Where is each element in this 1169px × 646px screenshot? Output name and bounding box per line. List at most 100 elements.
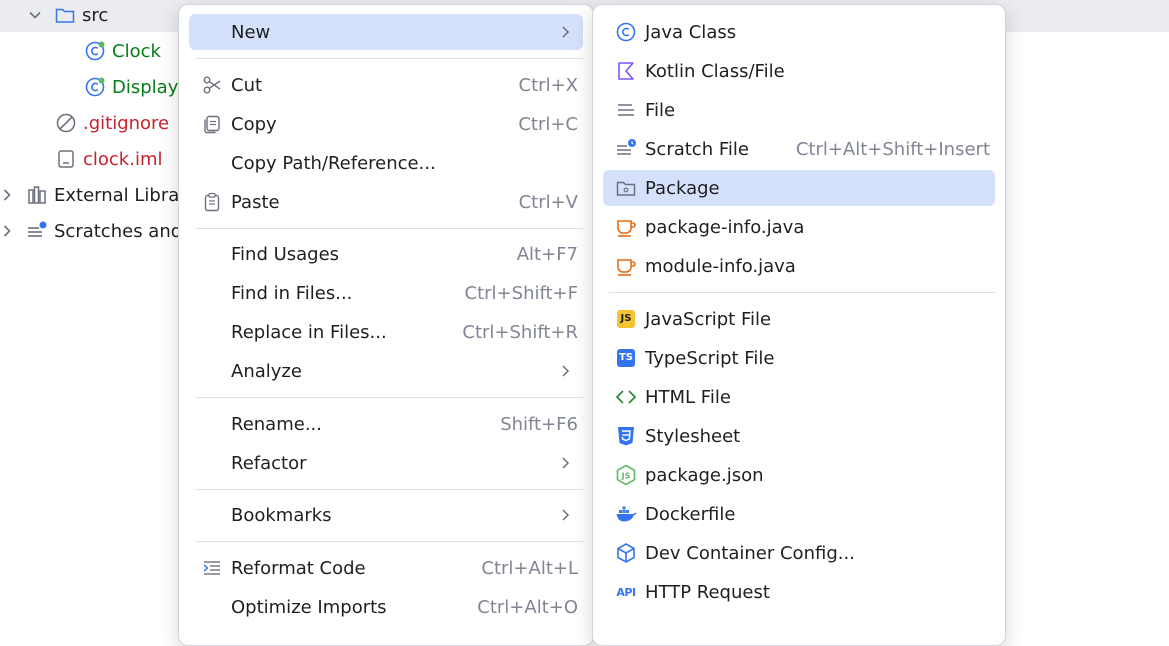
submenu-item-javascript[interactable]: JS JavaScript File bbox=[603, 301, 995, 337]
menu-item-analyze[interactable]: Analyze bbox=[189, 353, 583, 389]
submenu-item-java-class[interactable]: Java Class bbox=[603, 14, 995, 50]
shortcut-label: Shift+F6 bbox=[500, 413, 578, 435]
menu-item-copy[interactable]: Copy Ctrl+C bbox=[189, 106, 583, 142]
shortcut-label: Ctrl+X bbox=[518, 74, 578, 96]
menu-item-label: Java Class bbox=[645, 21, 737, 43]
submenu-item-module-info[interactable]: module-info.java bbox=[603, 248, 995, 284]
chevron-right-icon[interactable] bbox=[0, 188, 14, 202]
menu-item-label: Dev Container Config... bbox=[645, 542, 855, 564]
css-icon bbox=[615, 425, 637, 447]
submenu-item-http-request[interactable]: API HTTP Request bbox=[603, 574, 995, 610]
java-cup-icon bbox=[615, 216, 637, 238]
menu-item-copy-path[interactable]: Copy Path/Reference... bbox=[189, 145, 583, 181]
tree-node-scratches[interactable]: Scratches and bbox=[0, 213, 182, 249]
paste-icon bbox=[201, 191, 223, 213]
submenu-item-scratch-file[interactable]: Scratch File Ctrl+Alt+Shift+Insert bbox=[603, 131, 995, 167]
menu-item-refactor[interactable]: Refactor bbox=[189, 445, 583, 481]
menu-item-label: Paste bbox=[231, 191, 280, 213]
menu-item-label: Replace in Files... bbox=[231, 321, 387, 343]
tree-node-gitignore[interactable]: .gitignore bbox=[55, 105, 169, 141]
java-class-icon bbox=[84, 40, 106, 62]
copy-icon bbox=[201, 113, 223, 135]
reformat-icon bbox=[201, 557, 223, 579]
menu-item-label: HTML File bbox=[645, 386, 731, 408]
menu-item-label: JavaScript File bbox=[645, 308, 772, 330]
shortcut-label: Ctrl+Shift+F bbox=[464, 282, 578, 304]
chevron-right-icon bbox=[562, 26, 570, 38]
context-menu: New Cut Ctrl+X Copy Ctrl+C Copy Path/Ref… bbox=[178, 4, 594, 646]
menu-item-label: Cut bbox=[231, 74, 263, 96]
menu-item-label: Stylesheet bbox=[645, 425, 741, 447]
menu-item-replace-in-files[interactable]: Replace in Files... Ctrl+Shift+R bbox=[189, 314, 583, 350]
menu-item-optimize-imports[interactable]: Optimize Imports Ctrl+Alt+O bbox=[189, 589, 583, 625]
menu-separator bbox=[609, 292, 995, 293]
shortcut-label: Ctrl+C bbox=[518, 113, 578, 135]
tree-node-clock-iml[interactable]: clock.iml bbox=[55, 141, 163, 177]
tree-node-src[interactable]: src bbox=[28, 0, 108, 33]
menu-item-label: Kotlin Class/File bbox=[645, 60, 785, 82]
menu-item-label: Optimize Imports bbox=[231, 596, 387, 618]
submenu-item-dockerfile[interactable]: Dockerfile bbox=[603, 496, 995, 532]
menu-item-paste[interactable]: Paste Ctrl+V bbox=[189, 184, 583, 220]
menu-item-label: HTTP Request bbox=[645, 581, 770, 603]
menu-item-label: Reformat Code bbox=[231, 557, 366, 579]
tree-node-external-libraries[interactable]: External Librar bbox=[0, 177, 187, 213]
menu-item-new[interactable]: New bbox=[189, 14, 583, 50]
chevron-down-icon[interactable] bbox=[28, 8, 42, 22]
ignored-file-icon bbox=[55, 112, 77, 134]
submenu-item-package-info[interactable]: package-info.java bbox=[603, 209, 995, 245]
tree-node-label: Display bbox=[112, 76, 179, 98]
api-icon: API bbox=[615, 581, 637, 603]
chevron-right-icon bbox=[562, 509, 570, 521]
submenu-item-package-json[interactable]: JS package.json bbox=[603, 457, 995, 493]
docker-icon bbox=[615, 503, 637, 525]
submenu-item-typescript[interactable]: TS TypeScript File bbox=[603, 340, 995, 376]
scratch-file-icon bbox=[615, 138, 637, 160]
menu-item-rename[interactable]: Rename... Shift+F6 bbox=[189, 406, 583, 442]
html-icon bbox=[615, 386, 637, 408]
java-cup-icon bbox=[615, 255, 637, 277]
menu-item-label: package-info.java bbox=[645, 216, 805, 238]
menu-item-label: Copy Path/Reference... bbox=[231, 152, 436, 174]
menu-separator bbox=[195, 397, 583, 398]
menu-item-bookmarks[interactable]: Bookmarks bbox=[189, 497, 583, 533]
menu-item-label: Bookmarks bbox=[231, 504, 332, 526]
shortcut-label: Ctrl+V bbox=[518, 191, 578, 213]
shortcut-label: Alt+F7 bbox=[516, 243, 578, 265]
tree-node-label: clock.iml bbox=[83, 148, 163, 170]
menu-item-find-usages[interactable]: Find Usages Alt+F7 bbox=[189, 236, 583, 272]
tree-node-label: .gitignore bbox=[83, 112, 170, 134]
menu-item-reformat-code[interactable]: Reformat Code Ctrl+Alt+L bbox=[189, 550, 583, 586]
menu-item-label: Analyze bbox=[231, 360, 302, 382]
module-file-icon bbox=[55, 148, 77, 170]
shortcut-label: Ctrl+Alt+Shift+Insert bbox=[795, 138, 990, 160]
menu-separator bbox=[195, 489, 583, 490]
shortcut-label: Ctrl+Alt+O bbox=[477, 596, 578, 618]
submenu-item-package[interactable]: Package bbox=[603, 170, 995, 206]
tree-node-label: Clock bbox=[112, 40, 161, 62]
scissors-icon bbox=[201, 74, 223, 96]
menu-item-find-in-files[interactable]: Find in Files... Ctrl+Shift+F bbox=[189, 275, 583, 311]
submenu-item-dev-container[interactable]: Dev Container Config... bbox=[603, 535, 995, 571]
menu-item-label: Copy bbox=[231, 113, 277, 135]
typescript-badge: TS bbox=[617, 349, 635, 367]
submenu-item-html[interactable]: HTML File bbox=[603, 379, 995, 415]
chevron-right-icon[interactable] bbox=[0, 224, 14, 238]
tree-node-display[interactable]: Display bbox=[84, 69, 178, 105]
tree-node-label: External Librar bbox=[54, 184, 187, 206]
scratches-icon bbox=[26, 220, 48, 242]
javascript-icon: JS bbox=[615, 308, 637, 330]
tree-node-clock[interactable]: Clock bbox=[84, 33, 161, 69]
menu-item-cut[interactable]: Cut Ctrl+X bbox=[189, 67, 583, 103]
nodejs-icon: JS bbox=[615, 464, 637, 486]
submenu-item-stylesheet[interactable]: Stylesheet bbox=[603, 418, 995, 454]
menu-item-label: Find Usages bbox=[231, 243, 340, 265]
submenu-item-kotlin[interactable]: Kotlin Class/File bbox=[603, 53, 995, 89]
menu-separator bbox=[195, 58, 583, 59]
menu-item-label: TypeScript File bbox=[645, 347, 775, 369]
menu-item-label: Dockerfile bbox=[645, 503, 736, 525]
menu-item-label: Scratch File bbox=[645, 138, 749, 160]
menu-separator bbox=[195, 541, 583, 542]
menu-item-label: Package bbox=[645, 177, 720, 199]
submenu-item-file[interactable]: File bbox=[603, 92, 995, 128]
